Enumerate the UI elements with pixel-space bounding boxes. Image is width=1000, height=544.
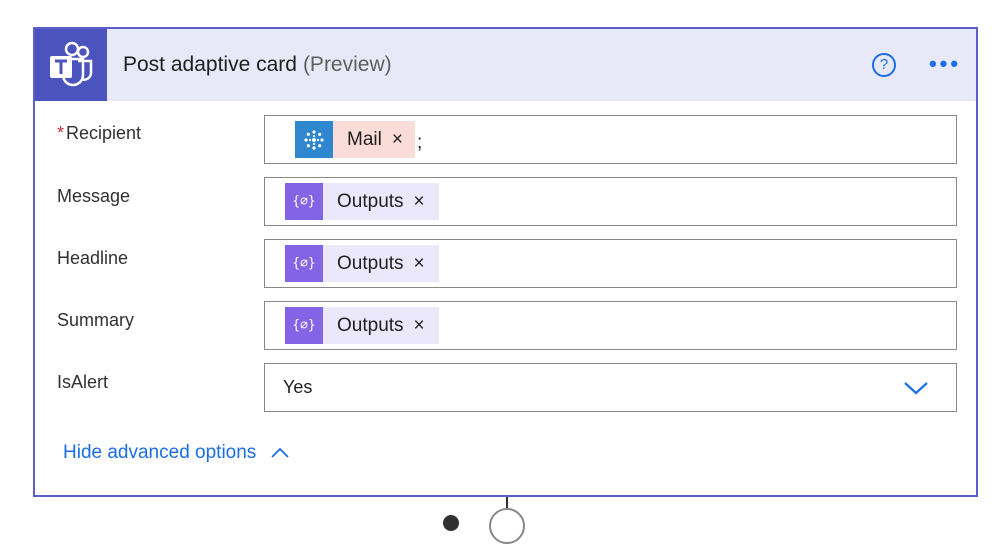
isalert-select[interactable]: Yes [264,363,957,412]
required-mark: * [57,123,65,143]
card-header[interactable]: Post adaptive card (Preview) ? ••• [35,29,976,101]
isalert-label: IsAlert [57,372,109,392]
chevron-down-icon[interactable] [902,379,930,397]
headline-field[interactable]: {⌀} Outputs × [264,239,957,288]
teams-icon [35,29,107,101]
recipient-field[interactable]: Mail × ; [264,115,957,164]
message-field[interactable]: {⌀} Outputs × [264,177,957,226]
summary-label: Summary [57,310,135,330]
message-token-label: Outputs [337,190,404,212]
remove-mail-token-icon[interactable]: × [392,129,403,151]
advanced-options-label: Hide advanced options [63,442,257,463]
summary-field[interactable]: {⌀} Outputs × [264,301,957,350]
expression-icon: {⌀} [285,183,323,220]
chevron-up-icon [271,447,289,458]
message-label: Message [57,186,131,206]
card-title-suffix: (Preview) [302,53,392,76]
message-outputs-token: {⌀} Outputs × [285,183,439,220]
summary-token-label: Outputs [337,314,404,336]
mail-token: Mail × [295,121,415,158]
remove-summary-token-icon[interactable]: × [414,315,425,337]
headline-token-label: Outputs [337,252,404,274]
remove-message-token-icon[interactable]: × [414,191,425,213]
action-card: Post adaptive card (Preview) ? ••• * Recip… [33,27,978,497]
card-title: Post adaptive card (Preview) [123,53,392,77]
summary-outputs-token: {⌀} Outputs × [285,307,439,344]
hide-advanced-options-link[interactable]: Hide advanced options [63,442,290,464]
connector-dot [443,515,459,531]
more-icon[interactable]: ••• [927,51,963,79]
expression-icon: {⌀} [285,245,323,282]
isalert-value: Yes [283,377,313,397]
add-step-button[interactable] [489,508,525,544]
expression-icon: {⌀} [285,307,323,344]
help-circle-icon[interactable]: ? [872,53,896,77]
mail-token-label: Mail [347,128,382,150]
dynamic-content-icon [295,121,333,158]
remove-headline-token-icon[interactable]: × [414,253,425,275]
recipient-label-text: Recipient [66,123,142,143]
card-title-text: Post adaptive card [123,53,297,76]
recipient-label: * Recipient [57,123,141,144]
recipient-separator: ; [417,132,423,153]
headline-label: Headline [57,248,129,268]
headline-outputs-token: {⌀} Outputs × [285,245,439,282]
